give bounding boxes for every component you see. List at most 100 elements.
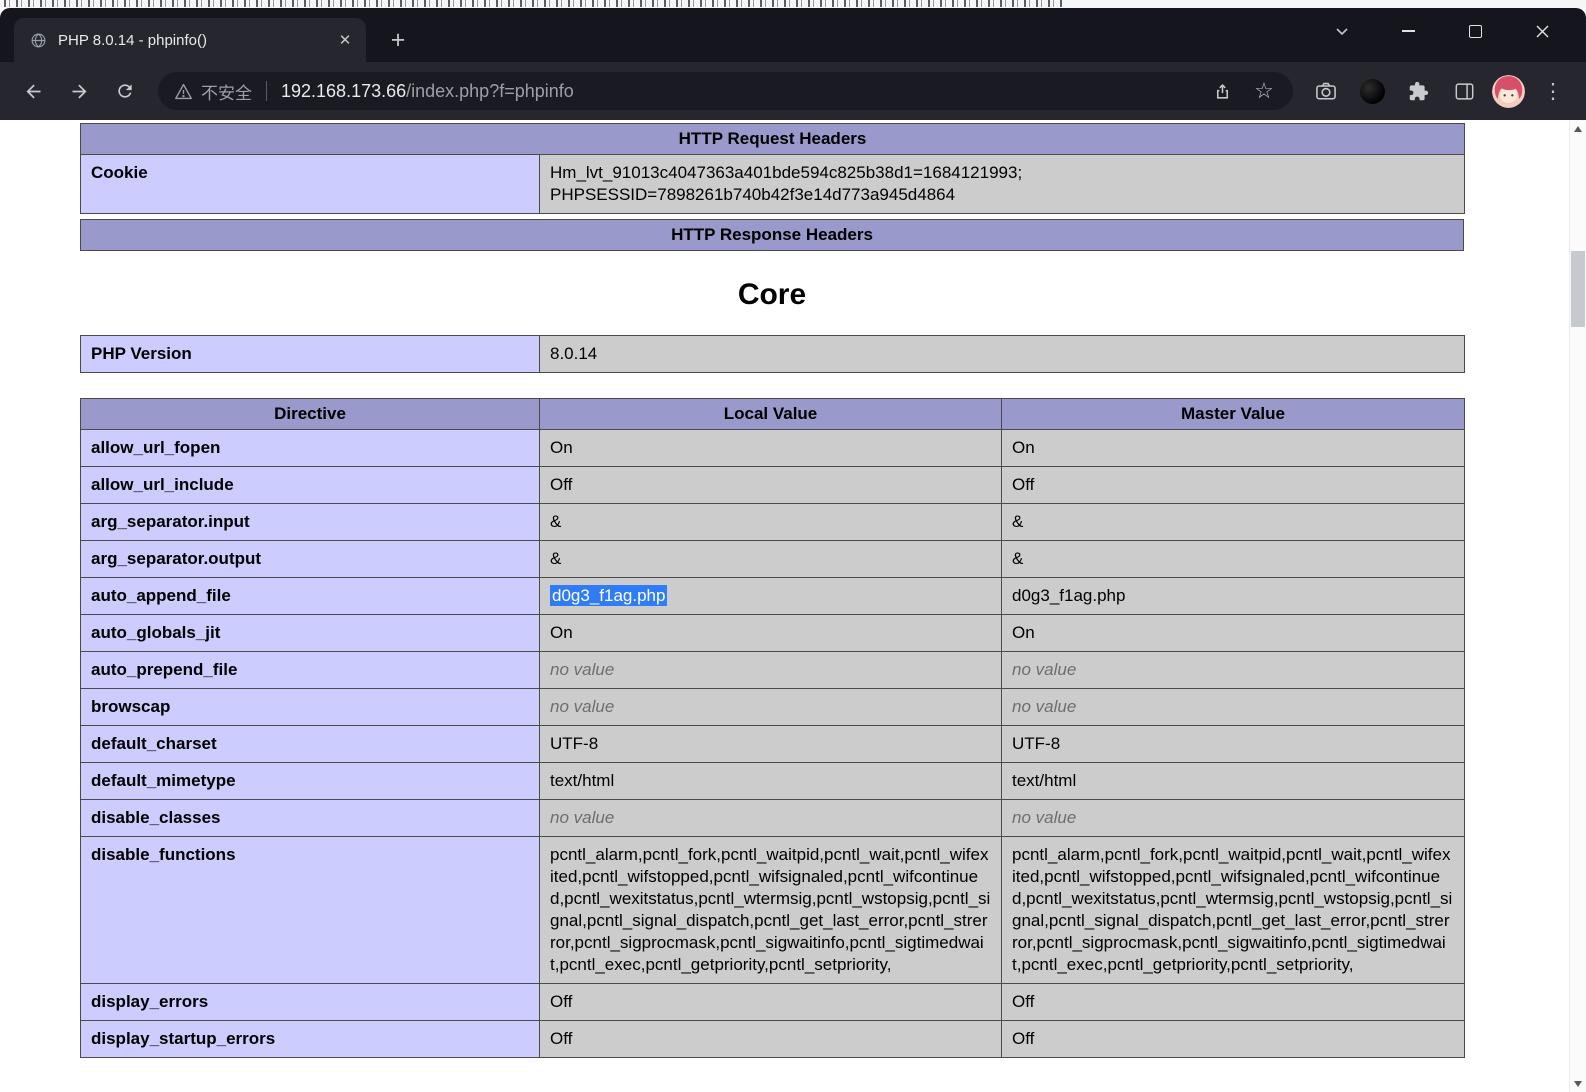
security-chip[interactable]: 不安全 bbox=[174, 79, 252, 104]
browser-toolbar: 不安全 192.168.173.66/index.php?f=phpinfo ☆ bbox=[0, 62, 1586, 120]
master-value-cell: no value bbox=[1002, 689, 1465, 726]
http-response-headers-title: HTTP Response Headers bbox=[81, 220, 1464, 251]
section-title: Core bbox=[80, 278, 1464, 312]
directive-cell: arg_separator.output bbox=[81, 541, 540, 578]
table-row: disable_functions pcntl_alarm,pcntl_fork… bbox=[81, 837, 1465, 984]
column-header-directive: Directive bbox=[81, 399, 540, 430]
local-value-cell: Off bbox=[540, 1021, 1002, 1058]
security-label: 不安全 bbox=[201, 79, 252, 104]
reload-button[interactable] bbox=[102, 69, 148, 113]
php-version-table: PHP Version 8.0.14 bbox=[80, 335, 1465, 373]
local-value-cell: UTF-8 bbox=[540, 726, 1002, 763]
scrollbar-thumb[interactable] bbox=[1571, 251, 1585, 327]
local-value-cell: no value bbox=[540, 652, 1002, 689]
local-value-cell: & bbox=[540, 541, 1002, 578]
phpinfo-page: HTTP Request Headers Cookie Hm_lvt_91013… bbox=[0, 120, 1464, 1058]
directive-cell: browscap bbox=[81, 689, 540, 726]
browser-tab[interactable]: PHP 8.0.14 - phpinfo() ✕ bbox=[14, 18, 366, 62]
directive-cell: default_charset bbox=[81, 726, 540, 763]
local-value-cell: d0g3_f1ag.php bbox=[540, 578, 1002, 615]
directive-cell: auto_append_file bbox=[81, 578, 540, 615]
back-button[interactable] bbox=[10, 69, 56, 113]
bookmark-star-icon[interactable]: ☆ bbox=[1243, 72, 1285, 110]
chevron-down-icon[interactable] bbox=[1308, 8, 1375, 54]
column-header-master-value: Master Value bbox=[1002, 399, 1465, 430]
scroll-down-button[interactable] bbox=[1570, 1075, 1586, 1092]
url-path: /index.php?f=phpinfo bbox=[406, 81, 574, 101]
directive-cell: auto_prepend_file bbox=[81, 652, 540, 689]
master-value-cell: UTF-8 bbox=[1002, 726, 1465, 763]
address-bar[interactable]: 不安全 192.168.173.66/index.php?f=phpinfo ☆ bbox=[158, 72, 1293, 110]
url-host: 192.168.173.66 bbox=[281, 81, 406, 101]
table-row: Cookie Hm_lvt_91013c4047363a401bde594c82… bbox=[81, 155, 1465, 214]
directive-cell: auto_globals_jit bbox=[81, 615, 540, 652]
tab-close-icon[interactable]: ✕ bbox=[332, 27, 358, 53]
table-row: auto_prepend_file no value no value bbox=[81, 652, 1465, 689]
local-value-cell: & bbox=[540, 504, 1002, 541]
directive-rows: allow_url_fopen On On allow_url_include … bbox=[81, 430, 1465, 1058]
screen: PHP 8.0.14 - phpinfo() ✕ + bbox=[0, 0, 1586, 1092]
dark-circle-extension-icon[interactable] bbox=[1349, 69, 1395, 113]
table-row: allow_url_fopen On On bbox=[81, 430, 1465, 467]
master-value-cell: & bbox=[1002, 504, 1465, 541]
local-value-cell: no value bbox=[540, 800, 1002, 837]
kebab-menu-icon: ⋮ bbox=[1543, 81, 1564, 102]
master-value-cell: Off bbox=[1002, 1021, 1465, 1058]
directive-cell: default_mimetype bbox=[81, 763, 540, 800]
arrow-up-icon bbox=[1574, 126, 1582, 132]
directive-cell: display_startup_errors bbox=[81, 1021, 540, 1058]
share-button[interactable] bbox=[1201, 72, 1243, 110]
desktop-background-strip bbox=[0, 0, 1586, 8]
directive-table-header-row: Directive Local Value Master Value bbox=[81, 399, 1465, 430]
table-row: display_startup_errors Off Off bbox=[81, 1021, 1465, 1058]
camera-extension-icon[interactable] bbox=[1303, 69, 1349, 113]
master-value-cell: pcntl_alarm,pcntl_fork,pcntl_waitpid,pcn… bbox=[1002, 837, 1465, 984]
table-row: auto_globals_jit On On bbox=[81, 615, 1465, 652]
browser-menu-button[interactable]: ⋮ bbox=[1530, 69, 1576, 113]
directive-cell: disable_functions bbox=[81, 837, 540, 984]
local-value-cell: Off bbox=[540, 984, 1002, 1021]
arrow-down-icon bbox=[1574, 1081, 1582, 1087]
master-value-cell: no value bbox=[1002, 652, 1465, 689]
local-value-cell: no value bbox=[540, 689, 1002, 726]
side-panel-icon[interactable] bbox=[1441, 69, 1487, 113]
scroll-up-button[interactable] bbox=[1570, 120, 1586, 137]
forward-button[interactable] bbox=[56, 69, 102, 113]
master-value-cell: On bbox=[1002, 615, 1465, 652]
vertical-scrollbar[interactable] bbox=[1569, 120, 1586, 1092]
table-row: auto_append_file d0g3_f1ag.php d0g3_f1ag… bbox=[81, 578, 1465, 615]
master-value-cell: & bbox=[1002, 541, 1465, 578]
directive-cell: arg_separator.input bbox=[81, 504, 540, 541]
cookie-label-cell: Cookie bbox=[81, 155, 540, 214]
window-controls bbox=[1308, 8, 1576, 54]
master-value-cell: text/html bbox=[1002, 763, 1465, 800]
extensions-puzzle-icon[interactable] bbox=[1395, 69, 1441, 113]
profile-avatar[interactable] bbox=[1492, 75, 1525, 108]
table-row: disable_classes no value no value bbox=[81, 800, 1465, 837]
directive-cell: allow_url_include bbox=[81, 467, 540, 504]
browser-titlebar: PHP 8.0.14 - phpinfo() ✕ + bbox=[0, 8, 1586, 62]
local-value-cell: Off bbox=[540, 467, 1002, 504]
table-row: allow_url_include Off Off bbox=[81, 467, 1465, 504]
close-button[interactable] bbox=[1509, 8, 1576, 54]
page-content: HTTP Request Headers Cookie Hm_lvt_91013… bbox=[0, 120, 1586, 1092]
globe-favicon-icon bbox=[30, 32, 47, 49]
minimize-button[interactable] bbox=[1375, 8, 1442, 54]
new-tab-button[interactable]: + bbox=[383, 25, 413, 55]
master-value-cell: Off bbox=[1002, 467, 1465, 504]
table-row: PHP Version 8.0.14 bbox=[81, 336, 1465, 373]
browser-window: PHP 8.0.14 - phpinfo() ✕ + bbox=[0, 8, 1586, 1092]
http-request-headers-table: HTTP Request Headers Cookie Hm_lvt_91013… bbox=[80, 123, 1465, 214]
http-request-headers-title: HTTP Request Headers bbox=[81, 124, 1465, 155]
directive-cell: display_errors bbox=[81, 984, 540, 1021]
http-response-headers-table: HTTP Response Headers bbox=[80, 219, 1464, 251]
column-header-local-value: Local Value bbox=[540, 399, 1002, 430]
local-value-cell: pcntl_alarm,pcntl_fork,pcntl_waitpid,pcn… bbox=[540, 837, 1002, 984]
directive-cell: allow_url_fopen bbox=[81, 430, 540, 467]
master-value-cell: d0g3_f1ag.php bbox=[1002, 578, 1465, 615]
table-row: display_errors Off Off bbox=[81, 984, 1465, 1021]
table-row: arg_separator.output & & bbox=[81, 541, 1465, 578]
maximize-button[interactable] bbox=[1442, 8, 1509, 54]
table-row: arg_separator.input & & bbox=[81, 504, 1465, 541]
master-value-cell: Off bbox=[1002, 984, 1465, 1021]
